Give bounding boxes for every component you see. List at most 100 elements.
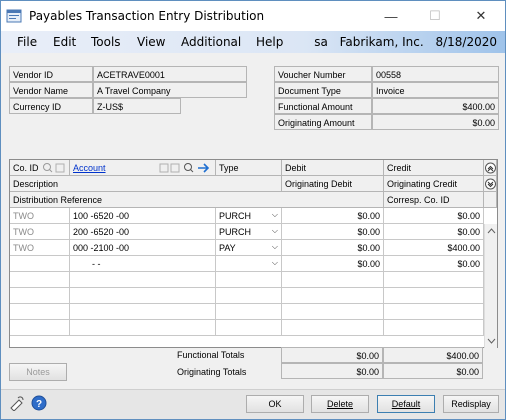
row3-debit[interactable]: $0.00 [282, 240, 384, 256]
empty-row-cell[interactable] [10, 272, 70, 288]
menu-file[interactable]: File [17, 35, 37, 49]
row2-type-value: PURCH [219, 227, 252, 237]
menu-edit[interactable]: Edit [53, 35, 76, 49]
empty-row-cell[interactable] [216, 320, 282, 336]
minimize-icon: — [384, 8, 398, 24]
empty-row-cell[interactable] [216, 272, 282, 288]
chevron-down-icon[interactable]: ⌵ [272, 226, 278, 236]
originating-amount-label: Originating Amount [274, 114, 372, 130]
chevron-down-icon[interactable]: ⌵ [272, 258, 278, 268]
functional-totals-debit: $0.00 [281, 347, 383, 363]
row4-type[interactable]: ⌵ [216, 256, 282, 272]
notes-button[interactable]: Notes [9, 363, 67, 381]
row1-type[interactable]: PURCH ⌵ [216, 208, 282, 224]
menu-tools[interactable]: Tools [91, 35, 121, 49]
lookup-icon[interactable] [42, 162, 66, 174]
row4-credit[interactable]: $0.00 [384, 256, 484, 272]
close-button[interactable]: ✕ [459, 1, 503, 31]
expand-icon [485, 178, 496, 190]
minimize-button[interactable]: — [369, 1, 413, 31]
row1-debit[interactable]: $0.00 [282, 208, 384, 224]
chevron-down-icon[interactable]: ⌵ [272, 242, 278, 252]
app-icon [6, 9, 22, 23]
default-button[interactable]: Default [377, 395, 435, 413]
row4-co-id[interactable] [10, 256, 70, 272]
expand-button[interactable] [484, 176, 497, 192]
menu-bar: File Edit Tools View Additional Help sa … [1, 31, 505, 53]
menu-help[interactable]: Help [256, 35, 283, 49]
originating-totals-debit: $0.00 [281, 363, 383, 379]
help-icon[interactable]: ? [31, 395, 47, 411]
col-description: Description [10, 176, 282, 192]
company-name: Fabrikam, Inc. [339, 35, 424, 49]
empty-row-cell[interactable] [384, 320, 484, 336]
empty-row-cell[interactable] [10, 288, 70, 304]
row4-debit[interactable]: $0.00 [282, 256, 384, 272]
functional-amount-label: Functional Amount [274, 98, 372, 114]
row3-account[interactable]: 000 -2100 -00 [70, 240, 216, 256]
empty-row-cell[interactable] [282, 272, 384, 288]
menu-additional[interactable]: Additional [181, 35, 241, 49]
row2-debit[interactable]: $0.00 [282, 224, 384, 240]
vendor-name-value: A Travel Company [93, 82, 247, 98]
scroll-arrows [487, 228, 496, 344]
row3-type[interactable]: PAY ⌵ [216, 240, 282, 256]
empty-row-cell[interactable] [282, 288, 384, 304]
distribution-grid: Co. ID Account Type Debit Credit Descrip… [9, 159, 498, 348]
empty-row-cell[interactable] [70, 304, 216, 320]
empty-row-cell[interactable] [10, 304, 70, 320]
row2-account[interactable]: 200 -6520 -00 [70, 224, 216, 240]
row1-account[interactable]: 100 -6520 -00 [70, 208, 216, 224]
col-type: Type [216, 160, 282, 176]
redisplay-button[interactable]: Redisplay [443, 395, 499, 413]
row3-co-id[interactable]: TWO [10, 240, 70, 256]
col-credit: Credit [384, 160, 484, 176]
window-title: Payables Transaction Entry Distribution [29, 9, 265, 23]
row1-credit[interactable]: $0.00 [384, 208, 484, 224]
maximize-button[interactable]: ☐ [413, 1, 457, 31]
record-link-icon[interactable] [9, 395, 25, 411]
row3-credit[interactable]: $400.00 [384, 240, 484, 256]
empty-row-cell[interactable] [216, 288, 282, 304]
collapse-button[interactable] [484, 160, 497, 176]
ok-button[interactable]: OK [246, 395, 304, 413]
empty-row-cell[interactable] [282, 320, 384, 336]
empty-row-cell[interactable] [384, 304, 484, 320]
originating-totals-credit: $0.00 [383, 363, 483, 379]
default-label: Default [391, 399, 421, 409]
originating-amount-value: $0.00 [372, 114, 499, 130]
document-type-label: Document Type [274, 82, 372, 98]
row4-account[interactable]: - - [70, 256, 216, 272]
row2-type[interactable]: PURCH ⌵ [216, 224, 282, 240]
delete-button[interactable]: Delete [311, 395, 369, 413]
currency-id-value: Z-US$ [93, 98, 181, 114]
account-link[interactable]: Account [73, 163, 106, 173]
vendor-id-label: Vendor ID [9, 66, 93, 82]
functional-totals-credit: $400.00 [383, 347, 483, 363]
close-icon: ✕ [475, 8, 487, 23]
empty-row-cell[interactable] [216, 304, 282, 320]
window: Payables Transaction Entry Distribution … [0, 0, 506, 420]
empty-row-cell[interactable] [70, 288, 216, 304]
empty-row-cell[interactable] [384, 288, 484, 304]
maximize-icon: ☐ [429, 8, 441, 23]
empty-row-cell[interactable] [70, 320, 216, 336]
row2-credit[interactable]: $0.00 [384, 224, 484, 240]
currency-id-label: Currency ID [9, 98, 93, 114]
account-tools-icons [159, 163, 210, 173]
vertical-scrollbar[interactable] [484, 224, 497, 348]
empty-row-cell[interactable] [70, 272, 216, 288]
empty-row-cell[interactable] [10, 320, 70, 336]
user-company-date: sa Fabrikam, Inc. 8/18/2020 [306, 35, 497, 49]
redisplay-label: Redisplay [451, 399, 491, 409]
originating-totals-label: Originating Totals [177, 367, 247, 377]
empty-row-cell[interactable] [282, 304, 384, 320]
empty-row-cell[interactable] [384, 272, 484, 288]
row2-co-id[interactable]: TWO [10, 224, 70, 240]
user-date: 8/18/2020 [435, 35, 497, 49]
menu-view[interactable]: View [137, 35, 165, 49]
delete-label: Delete [326, 399, 353, 409]
chevron-down-icon[interactable]: ⌵ [272, 210, 278, 220]
row1-co-id[interactable]: TWO [10, 208, 70, 224]
col-corresp-co-id: Corresp. Co. ID [384, 192, 484, 208]
